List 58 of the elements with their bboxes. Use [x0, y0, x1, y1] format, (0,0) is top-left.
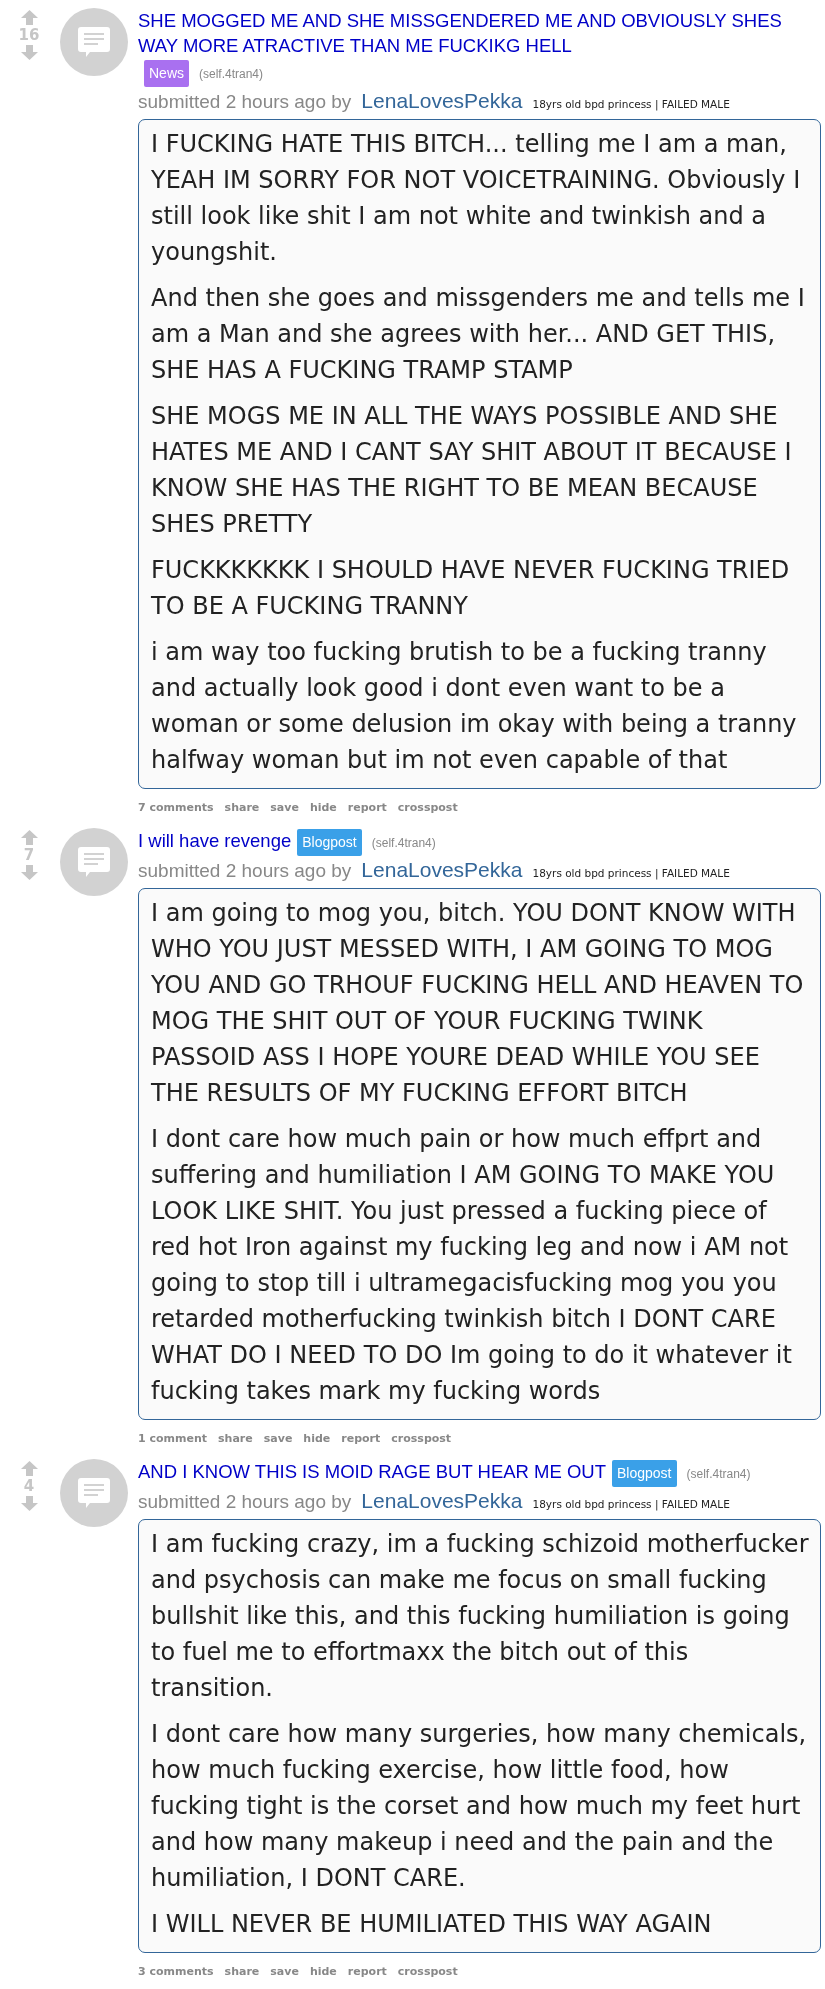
- post-action-link[interactable]: crosspost: [397, 1965, 458, 1978]
- author-link[interactable]: LenaLovesPekka: [361, 858, 523, 882]
- submitted-text: submitted 2 hours ago by: [138, 860, 352, 882]
- text-post-icon: [78, 847, 110, 877]
- post-paragraph: SHE MOGS ME IN ALL THE WAYS POSSIBLE AND SHE HATES ME AND I CANT SAY SHIT ABOUT IT BECAUSE I KNOW SHE HAS THE RIGHT TO BE MEAN BECAUSE SHES PRETTY: [151, 401, 793, 540]
- upvote-arrow-icon[interactable]: [20, 830, 38, 845]
- post-action-link[interactable]: report: [341, 1432, 381, 1445]
- submitted-text: submitted 2 hours ago by: [138, 1491, 352, 1513]
- upvote-arrow-icon[interactable]: [20, 10, 38, 25]
- post-action-link[interactable]: save: [270, 801, 299, 814]
- vote-score: 7: [23, 847, 35, 863]
- user-flair: 18yrs old bpd princess | FAILED MALE: [532, 1498, 730, 1510]
- post-paragraph: I WILL NEVER BE HUMILIATED THIS WAY AGAIN: [151, 1909, 713, 1940]
- text-post-icon: [78, 1478, 110, 1508]
- post-title[interactable]: SHE MOGGED ME AND SHE MISSGENDERED ME AND OBVIOUSLY SHES WAY MORE ATRACTIVE THAN ME FUCKIKG HELL: [138, 8, 821, 58]
- user-flair: 18yrs old bpd princess | FAILED MALE: [532, 98, 730, 110]
- upvote-arrow-icon[interactable]: [20, 1461, 38, 1476]
- post-paragraph: I dont care how much pain or how much effprt and suffering and humiliation I AM GOING TO MAKE YOU LOOK LIKE SHIT. You just pressed a fucking piece of red hot Iron against my fucking leg and now i AM not going to stop till i ultramegacisfucking mog you you retarded motherfucking twinkish bitch I DONT CARE WHAT DO I NEED TO DO Im going to do it whatever it fucking takes mark my fucking words: [151, 1124, 793, 1407]
- user-flair: 18yrs old bpd princess | FAILED MALE: [532, 867, 730, 879]
- post-action-link[interactable]: report: [347, 1965, 387, 1978]
- downvote-arrow-icon[interactable]: [20, 1496, 38, 1511]
- author-link[interactable]: LenaLovesPekka: [361, 1489, 523, 1513]
- post-paragraph: And then she goes and missgenders me and tells me I am a Man and she agrees with her... AND GET THIS, SHE HAS A FUCKING TRAMP STAMP: [151, 283, 806, 386]
- post-action-link[interactable]: crosspost: [397, 801, 458, 814]
- post-action-link[interactable]: hide: [309, 1965, 337, 1978]
- post-action-link[interactable]: share: [218, 1432, 253, 1445]
- post-action-link[interactable]: crosspost: [391, 1432, 452, 1445]
- post-title[interactable]: I will have revenge: [138, 828, 292, 853]
- post-flair[interactable]: News: [144, 60, 189, 87]
- post-paragraph: i am way too fucking brutish to be a fucking tranny and actually look good i dont even want to be a woman or some delusion im okay with being a tranny halfway woman but im not even capable of that: [151, 637, 798, 776]
- downvote-arrow-icon[interactable]: [20, 865, 38, 880]
- vote-score: 4: [23, 1478, 35, 1494]
- post-action-link[interactable]: share: [224, 1965, 260, 1978]
- post-flair[interactable]: Blogpost: [612, 1460, 677, 1487]
- submitted-text: submitted 2 hours ago by: [138, 91, 352, 113]
- post-paragraph: I FUCKING HATE THIS BITCH... telling me I am a man, YEAH IM SORRY FOR NOT VOICETRAINING. Obviously I still look like shit I am not white and twinkish and a youngshit.: [151, 129, 802, 268]
- post-action-link[interactable]: 3 comments: [138, 1965, 214, 1978]
- post-action-link[interactable]: hide: [309, 801, 337, 814]
- post-action-link[interactable]: 1 comment: [138, 1432, 208, 1445]
- post-domain[interactable]: (self.4tran4): [371, 831, 436, 856]
- post-action-link[interactable]: 7 comments: [138, 801, 214, 814]
- author-link[interactable]: LenaLovesPekka: [361, 89, 523, 113]
- post-title[interactable]: AND I KNOW THIS IS MOID RAGE BUT HEAR ME OUT: [138, 1459, 607, 1484]
- post-action-link[interactable]: hide: [303, 1432, 331, 1445]
- downvote-arrow-icon[interactable]: [20, 45, 38, 60]
- post-action-link[interactable]: save: [263, 1432, 293, 1445]
- vote-score: 16: [18, 27, 40, 43]
- text-post-icon: [78, 27, 110, 57]
- post-action-link[interactable]: report: [347, 801, 387, 814]
- post-flair[interactable]: Blogpost: [297, 829, 362, 856]
- post-paragraph: FUCKKKKKKK I SHOULD HAVE NEVER FUCKING TRIED TO BE A FUCKING TRANNY: [151, 555, 791, 622]
- post-action-link[interactable]: save: [270, 1965, 299, 1978]
- post-action-link[interactable]: share: [224, 801, 260, 814]
- post-domain[interactable]: (self.4tran4): [686, 1462, 751, 1487]
- post-domain[interactable]: (self.4tran4): [199, 62, 264, 87]
- post-paragraph: I am going to mog you, bitch. YOU DONT KNOW WITH WHO YOU JUST MESSED WITH, I AM GOING TO MOG YOU AND GO TRHOUF FUCKING HELL AND HEAVEN TO MOG THE SHIT OUT OF YOUR FUCKING TWINK PASSOID ASS I HOPE YOURE DEAD WHILE YOU SEE THE RESULTS OF MY FUCKING EFFORT BITCH: [151, 898, 805, 1109]
- post-paragraph: I am fucking crazy, im a fucking schizoid motherfucker and psychosis can make me focus on small fucking bullshit like this, and this fucking humiliation is going to fuel me to effortmaxx the bitch out of this transition.: [151, 1529, 810, 1704]
- post-paragraph: I dont care how many surgeries, how many chemicals, how much fucking exercise, how little food, how fucking tight is the corset and how much my feet hurt and how many makeup i need and the pain and the humiliation, I DONT CARE.: [151, 1719, 808, 1894]
